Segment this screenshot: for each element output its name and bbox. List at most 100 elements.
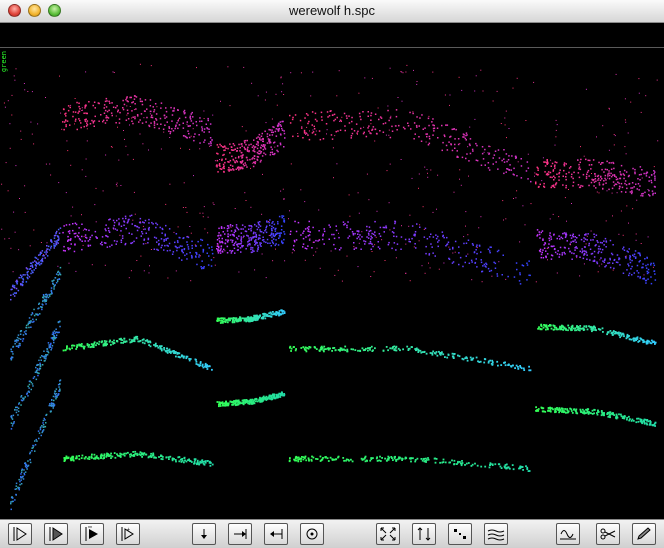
play-loop-button[interactable]: **	[80, 523, 104, 545]
spectral-point	[648, 189, 650, 192]
spectral-point	[232, 244, 235, 246]
play-step-button[interactable]: +	[116, 523, 140, 545]
spectral-point	[70, 243, 72, 245]
spectral-point	[431, 121, 433, 123]
spectrogram-plot[interactable]	[0, 23, 664, 519]
spectral-point	[257, 144, 259, 147]
pencil-button[interactable]	[632, 523, 656, 545]
spectral-point	[643, 278, 645, 280]
spectral-point	[98, 343, 100, 346]
spectral-point	[401, 458, 404, 460]
spectral-point	[67, 248, 70, 251]
spectral-point	[260, 144, 263, 146]
spectral-point	[519, 273, 521, 276]
wave-view-button[interactable]	[484, 523, 508, 545]
transpose-button[interactable]	[412, 523, 436, 545]
spectral-point	[268, 142, 271, 144]
spectral-point	[132, 116, 134, 118]
spectral-point	[219, 167, 221, 170]
spectral-point	[414, 133, 416, 135]
spectral-point	[454, 240, 457, 243]
spectrogram-canvas[interactable]: green	[0, 23, 664, 519]
spectral-point	[141, 231, 143, 233]
spectral-point	[252, 236, 254, 238]
spectral-point	[520, 177, 523, 179]
spectral-point	[598, 184, 601, 186]
spectral-point	[371, 243, 373, 245]
spectral-point	[539, 250, 542, 253]
spectral-point	[129, 106, 131, 107]
spectral-point	[423, 236, 426, 238]
spectral-point	[244, 162, 246, 164]
spectral-point	[489, 462, 492, 465]
spectral-point	[563, 411, 566, 413]
spectral-point	[19, 344, 21, 347]
spectral-point	[53, 399, 55, 402]
spectral-point	[181, 259, 183, 261]
spectral-point	[628, 222, 629, 224]
spectral-point	[67, 235, 69, 238]
spectral-point	[468, 175, 469, 177]
spectral-point	[600, 163, 602, 165]
spectral-point	[389, 67, 391, 69]
spectral-point	[601, 263, 603, 265]
jump-start-button[interactable]	[264, 523, 288, 545]
spectral-point	[104, 100, 107, 103]
play-button[interactable]	[8, 523, 32, 545]
spectral-point	[598, 265, 600, 267]
spectral-point	[104, 342, 107, 344]
zoom-fit-button[interactable]	[376, 523, 400, 545]
spectral-point	[13, 211, 15, 213]
spectral-point	[271, 148, 273, 151]
spectral-point	[452, 355, 455, 358]
spectral-point	[323, 228, 325, 230]
spectral-point	[183, 109, 186, 112]
insert-marker-button[interactable]	[192, 523, 216, 545]
spectral-point	[519, 241, 521, 243]
spectral-point	[511, 155, 513, 157]
spectral-point	[371, 77, 373, 79]
spectral-point	[566, 220, 567, 222]
spectral-point	[261, 213, 263, 215]
spectral-point	[22, 279, 25, 281]
spectral-point	[258, 138, 261, 141]
spectral-point	[309, 231, 311, 233]
spectral-point	[487, 360, 490, 363]
spectral-point	[430, 243, 432, 245]
spectral-point	[52, 336, 54, 339]
spectral-point	[536, 229, 539, 231]
spectral-point	[262, 148, 265, 151]
spectral-point	[230, 252, 233, 254]
spectral-point	[271, 239, 273, 242]
spectral-point	[15, 345, 18, 347]
spectral-point	[276, 145, 279, 147]
spectral-point	[320, 345, 323, 348]
spectral-point	[361, 231, 363, 233]
spectral-point	[164, 234, 166, 237]
spectral-point	[367, 115, 369, 117]
center-button[interactable]	[300, 523, 324, 545]
spectral-point	[134, 103, 136, 105]
spectral-point	[432, 118, 434, 120]
spectral-point	[139, 340, 142, 342]
sine-button[interactable]	[556, 523, 580, 545]
spectral-point	[223, 171, 225, 173]
spectral-point	[234, 252, 236, 254]
points-button[interactable]	[448, 523, 472, 545]
spectral-point	[164, 244, 166, 247]
play-selection-button[interactable]	[44, 523, 68, 545]
spectral-point	[637, 417, 640, 420]
spectral-point	[189, 125, 191, 127]
spectral-point	[52, 407, 54, 409]
spectral-point	[629, 255, 631, 257]
spectral-point	[312, 71, 314, 73]
split-button[interactable]	[596, 523, 620, 545]
spectral-point	[488, 250, 491, 252]
spectral-point	[428, 253, 431, 255]
spectral-point	[464, 261, 466, 264]
spectral-point	[138, 226, 140, 229]
jump-end-button[interactable]	[228, 523, 252, 545]
spectral-point	[537, 167, 539, 170]
spectral-point	[367, 127, 369, 129]
spectral-point	[639, 185, 641, 187]
